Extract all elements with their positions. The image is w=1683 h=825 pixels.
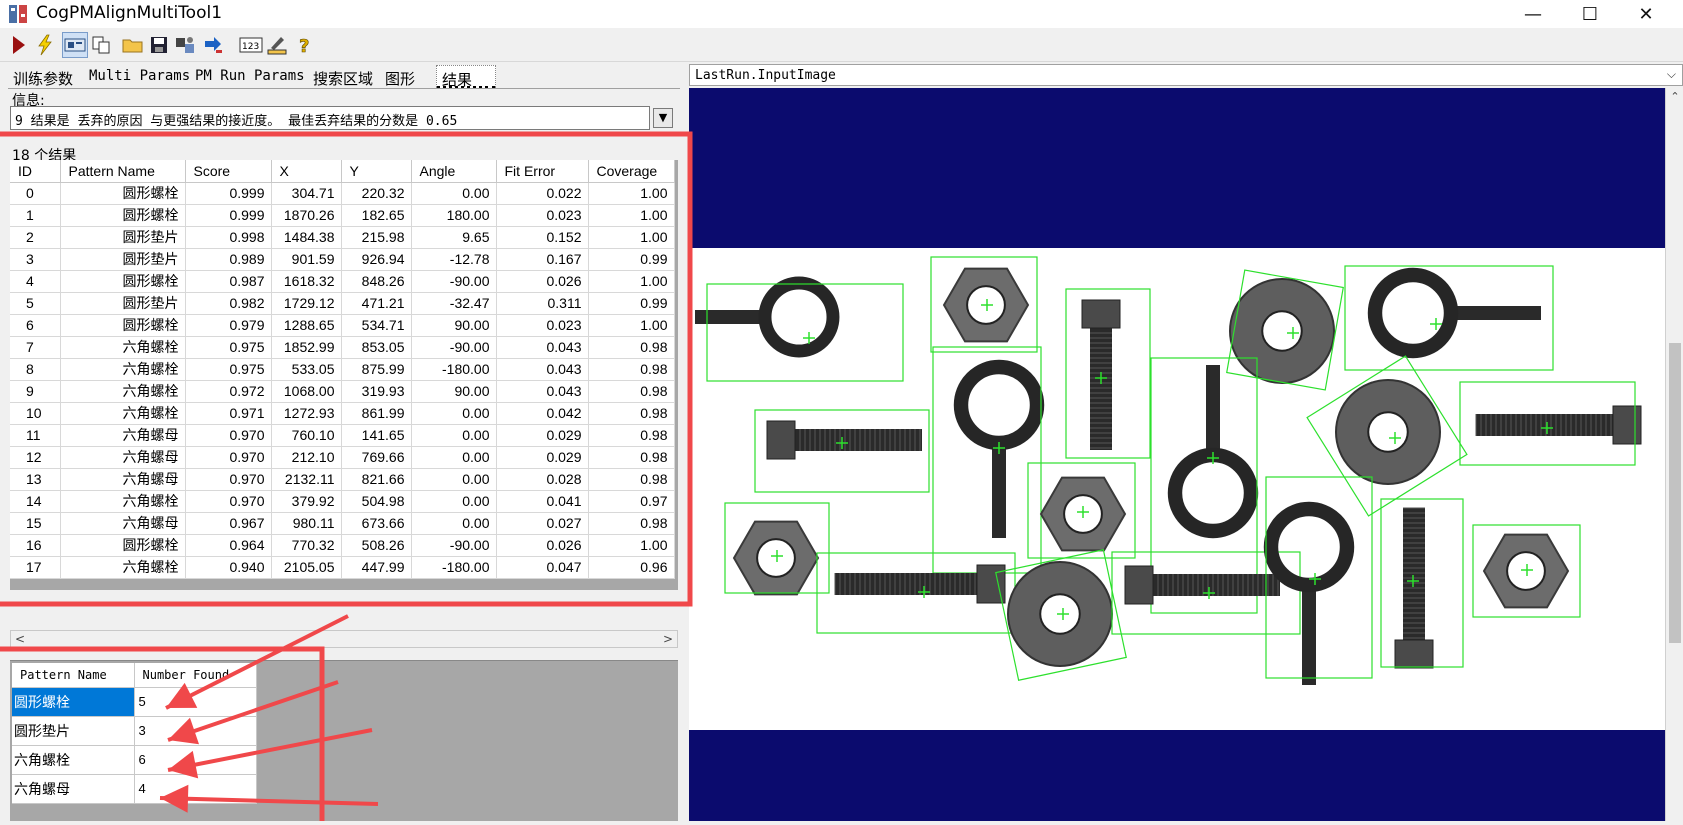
annotation-overlay xyxy=(0,131,693,821)
annotation-arrow-head xyxy=(160,784,189,813)
annotation-arrow-head xyxy=(168,717,200,745)
annotation-arrow-line xyxy=(167,728,373,772)
annotation-arrow-line xyxy=(159,796,379,806)
annotation-arrow-head xyxy=(168,750,199,779)
annotation-results-box xyxy=(0,131,693,607)
annotation-summary-box xyxy=(0,646,325,821)
